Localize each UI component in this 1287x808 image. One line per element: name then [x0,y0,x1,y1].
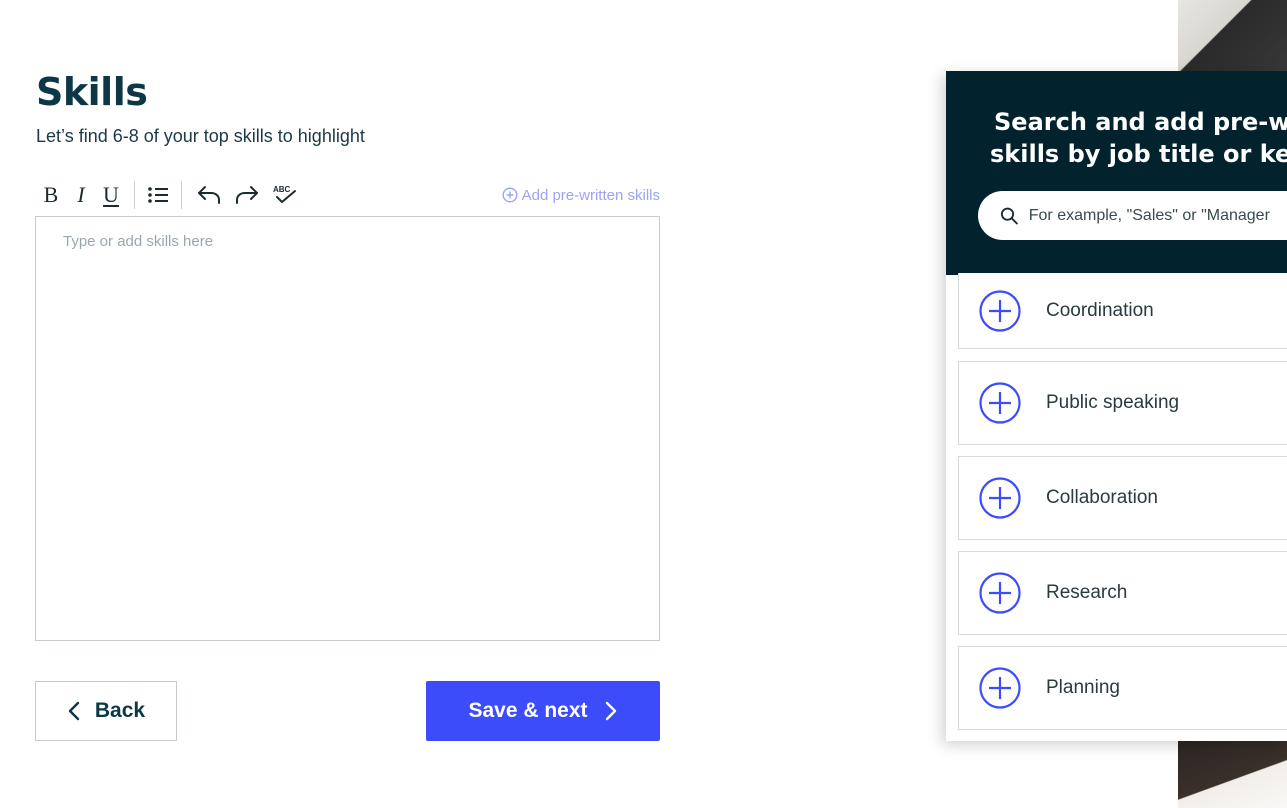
add-skill-button[interactable] [979,477,1021,519]
redo-icon [236,186,258,204]
editor-toolbar: B I U ABC Add pre-written skills [36,178,660,212]
save-next-button[interactable]: Save & next [426,681,660,741]
skill-label: Collaboration [1046,487,1158,508]
plus-circle-icon [979,572,1021,614]
svg-text:ABC: ABC [273,185,291,194]
panel-header: Search and add pre-wr skills by job titl… [946,71,1287,275]
plus-circle-icon [979,667,1021,709]
skills-editor [35,216,660,641]
prewritten-skills-panel: Search and add pre-wr skills by job titl… [946,71,1287,741]
chevron-right-icon [605,701,616,721]
skill-label: Coordination [1046,299,1154,321]
bullet-list-icon [148,187,168,203]
spellcheck-button[interactable]: ABC [270,178,300,212]
underline-button[interactable]: U [96,178,126,212]
skill-item[interactable]: Public speaking [958,361,1287,445]
toolbar-divider [181,181,182,209]
skills-list: Coordination Public speaking Collaborati… [958,273,1287,741]
search-icon [1000,207,1018,224]
background-photo-bottom [1178,740,1287,808]
italic-button[interactable]: I [66,178,96,212]
skills-search-input[interactable] [1028,206,1287,225]
back-button[interactable]: Back [35,681,177,741]
plus-circle-icon [979,289,1021,332]
redo-button[interactable] [232,178,262,212]
bold-button[interactable]: B [36,178,66,212]
add-skill-button[interactable] [979,667,1021,709]
spellcheck-icon: ABC [273,185,296,203]
background-photo-top [1178,0,1287,72]
plus-circle-icon [979,382,1021,424]
back-button-label: Back [94,699,146,722]
skill-item[interactable]: Research [958,551,1287,635]
skill-label: Research [1046,582,1128,603]
add-prewritten-skills-label: Add pre-written skills [521,186,660,204]
chevron-left-icon [68,701,80,721]
add-skill-button[interactable] [979,382,1021,424]
add-skill-button[interactable] [979,572,1021,614]
bullet-list-button[interactable] [143,178,173,212]
undo-icon [198,186,220,204]
save-next-button-label: Save & next [468,699,588,722]
page-title: Skills [36,70,148,114]
plus-circle-icon [979,477,1021,519]
panel-title: Search and add pre-wr skills by job titl… [990,106,1287,170]
skill-item[interactable]: Collaboration [958,456,1287,540]
skill-item[interactable]: Planning [958,646,1287,730]
toolbar-divider [134,181,135,209]
panel-title-line-2: skills by job title or key [990,140,1287,168]
panel-title-line-1: Search and add pre-wr [994,108,1287,136]
skill-item[interactable]: Coordination [958,273,1287,349]
plus-circle-icon [502,187,518,203]
skills-search-box[interactable] [978,191,1287,240]
page-subtitle: Let’s find 6-8 of your top skills to hig… [36,126,365,146]
undo-button[interactable] [194,178,224,212]
add-skill-button[interactable] [979,289,1021,332]
skill-label: Planning [1046,677,1120,698]
skills-text-input[interactable] [36,217,659,640]
skill-label: Public speaking [1046,392,1180,413]
add-prewritten-skills-link[interactable]: Add pre-written skills [502,187,660,204]
